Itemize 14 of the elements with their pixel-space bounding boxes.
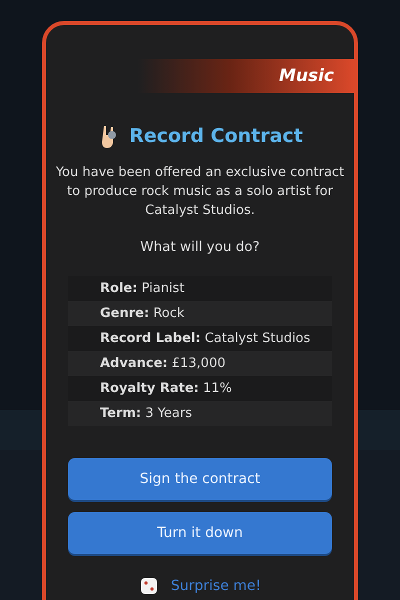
detail-row: Advance: £13,000 <box>68 351 332 376</box>
detail-row: Term: 3 Years <box>68 401 332 426</box>
choice-button[interactable]: Turn it down <box>68 512 332 554</box>
category-label: Music <box>278 66 334 86</box>
dice-icon <box>138 576 159 596</box>
detail-row: Record Label: Catalyst Studios <box>68 326 332 351</box>
detail-row: Role: Pianist <box>68 276 332 301</box>
choice-button[interactable]: Sign the contract <box>68 458 332 500</box>
detail-row: Genre: Rock <box>68 301 332 326</box>
surprise-link[interactable]: Surprise me! <box>170 578 262 594</box>
detail-row: Royalty Rate: 11% <box>68 376 332 401</box>
dialog-title: Record Contract <box>129 125 303 147</box>
dialog-question: What will you do? <box>140 239 260 255</box>
dialog-message: You have been offered an exclusive contract to produce rock music as a solo artist for Catalyst Studios. <box>55 164 345 220</box>
